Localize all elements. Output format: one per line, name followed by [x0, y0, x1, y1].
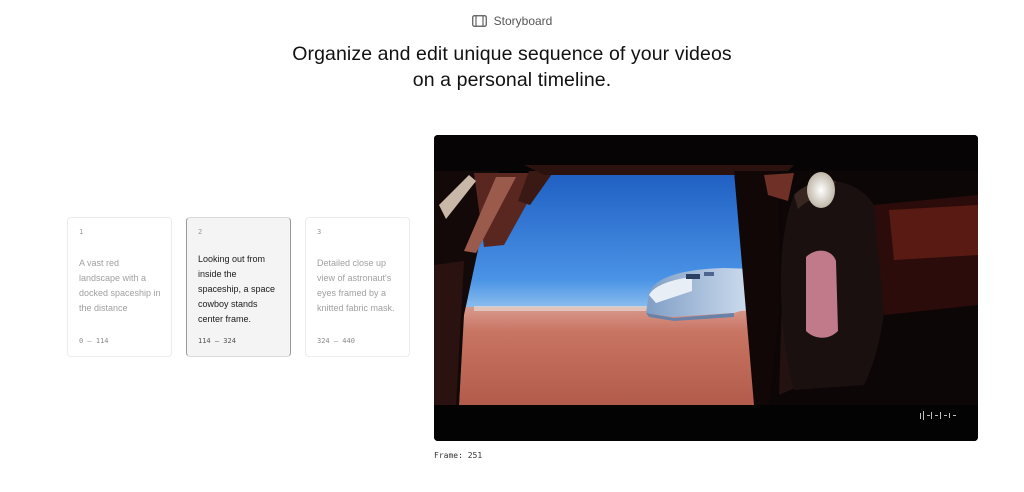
card-number: 3 [317, 228, 322, 236]
storyboard-card-2[interactable]: 2 Looking out from inside the spaceship,… [186, 217, 291, 357]
card-number: 2 [198, 228, 203, 236]
video-frame [434, 135, 978, 441]
frame-readout: Frame: 251 [434, 451, 483, 460]
storyboard-badge: Storyboard [0, 14, 1024, 28]
storyboard-card-1[interactable]: 1 A vast red landscape with a docked spa… [67, 217, 172, 357]
card-description: A vast red landscape with a docked space… [79, 258, 161, 313]
card-frame-range: 0 – 114 [79, 337, 109, 345]
storyboard-cards: 1 A vast red landscape with a docked spa… [67, 217, 410, 357]
card-number: 1 [79, 228, 84, 236]
film-icon [471, 15, 487, 27]
page-title: Organize and edit unique sequence of you… [0, 41, 1024, 93]
card-frame-range: 114 – 324 [198, 337, 236, 345]
card-description: Looking out from inside the spaceship, a… [198, 254, 276, 324]
storyboard-section: Storyboard Organize and edit unique sequ… [0, 0, 1024, 492]
card-frame-range: 324 – 440 [317, 337, 355, 345]
video-player[interactable] [434, 135, 978, 441]
storyboard-card-3[interactable]: 3 Detailed close up view of astronaut's … [305, 217, 410, 357]
headline-line-2: on a personal timeline. [412, 69, 612, 91]
badge-label: Storyboard [493, 14, 553, 28]
headline-line-1: Organize and edit unique sequence of you… [292, 43, 732, 65]
card-description: Detailed close up view of astronaut's ey… [317, 258, 395, 313]
